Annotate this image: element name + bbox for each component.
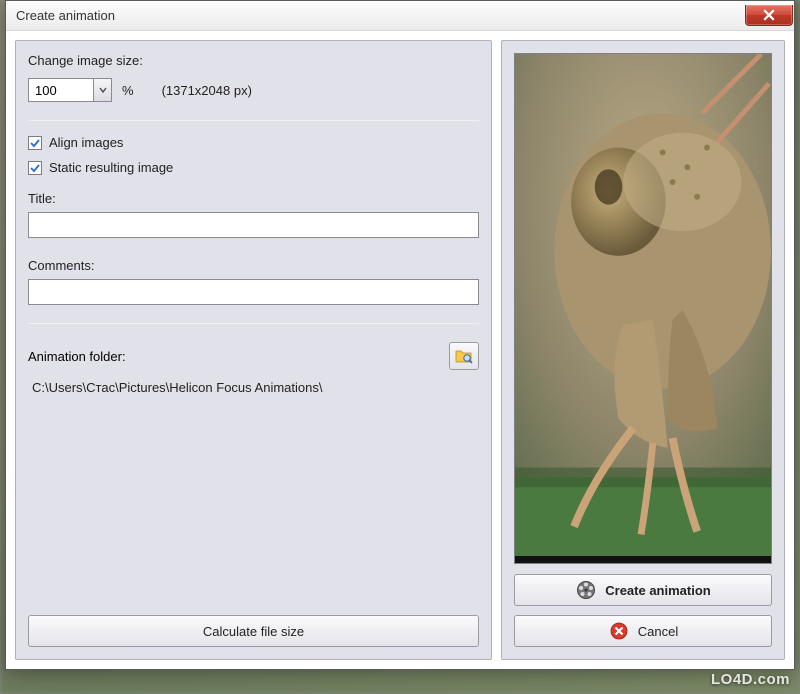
static-image-row: Static resulting image (28, 160, 479, 175)
create-button-label: Create animation (605, 583, 710, 598)
close-icon (763, 9, 775, 21)
settings-panel: Change image size: % (1371x2048 px) Alig… (15, 40, 492, 660)
size-input[interactable] (28, 78, 94, 102)
animation-folder-path: C:\Users\Стас\Pictures\Helicon Focus Ani… (28, 380, 479, 395)
divider (28, 120, 479, 121)
size-spinner-dropdown[interactable] (94, 78, 112, 102)
film-reel-icon (575, 579, 597, 601)
check-icon (30, 163, 40, 173)
cancel-button-label: Cancel (638, 624, 678, 639)
comments-input[interactable] (28, 279, 479, 305)
cancel-button[interactable]: Cancel (514, 615, 772, 647)
cancel-icon (608, 620, 630, 642)
window-title: Create animation (16, 8, 115, 23)
comments-label: Comments: (28, 258, 479, 273)
watermark: LO4D.com (711, 671, 790, 688)
size-spinner (28, 78, 112, 102)
size-row: % (1371x2048 px) (28, 78, 479, 102)
title-label: Title: (28, 191, 479, 206)
divider (28, 323, 479, 324)
change-size-label: Change image size: (28, 53, 479, 68)
size-dimensions: (1371x2048 px) (162, 83, 252, 98)
grasshopper-preview-icon (515, 54, 771, 556)
close-button[interactable] (745, 5, 793, 26)
align-images-checkbox[interactable] (28, 136, 42, 150)
check-icon (30, 138, 40, 148)
create-animation-button[interactable]: Create animation (514, 574, 772, 606)
chevron-down-icon (99, 86, 107, 94)
calculate-button-label: Calculate file size (203, 624, 304, 639)
animation-folder-label: Animation folder: (28, 349, 126, 364)
preview-image (514, 53, 772, 564)
folder-search-icon (454, 347, 474, 365)
browse-folder-button[interactable] (449, 342, 479, 370)
static-image-label: Static resulting image (49, 160, 173, 175)
preview-panel: Create animation Cancel (501, 40, 785, 660)
title-input[interactable] (28, 212, 479, 238)
action-buttons: Create animation Cancel (514, 574, 772, 647)
folder-row: Animation folder: (28, 342, 479, 370)
size-unit: % (122, 83, 134, 98)
dialog-body: Change image size: % (1371x2048 px) Alig… (6, 31, 794, 669)
static-image-checkbox[interactable] (28, 161, 42, 175)
align-images-label: Align images (49, 135, 123, 150)
titlebar: Create animation (6, 1, 794, 31)
create-animation-dialog: Create animation Change image size: % (1… (5, 0, 795, 670)
align-images-row: Align images (28, 135, 479, 150)
calculate-file-size-button[interactable]: Calculate file size (28, 615, 479, 647)
